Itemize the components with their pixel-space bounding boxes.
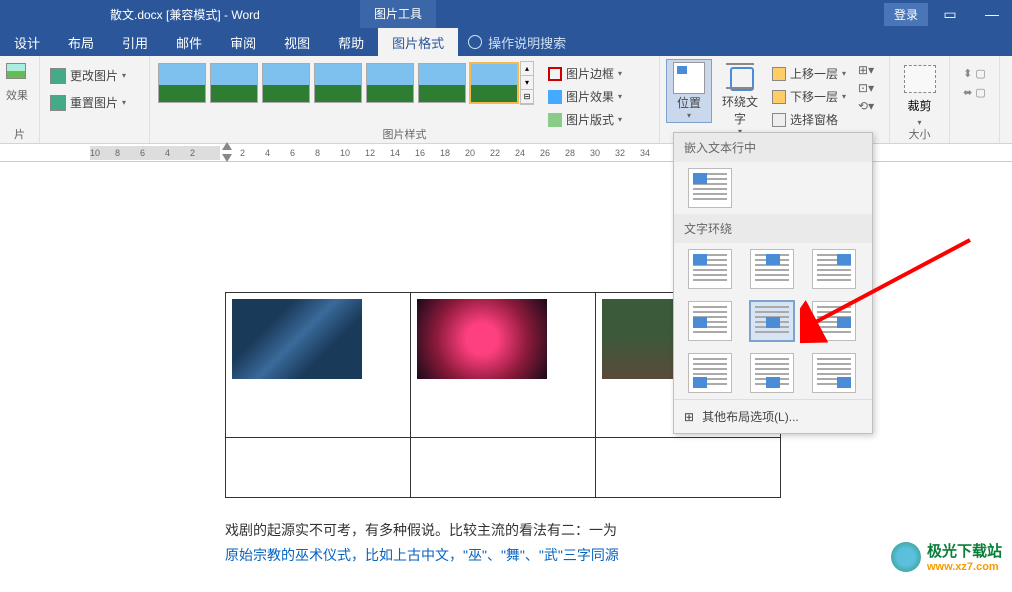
- position-top-center-option[interactable]: [750, 249, 794, 289]
- position-button[interactable]: 位置 ▾: [666, 59, 712, 123]
- picture-styles-gallery[interactable]: ▴ ▾ ⊟: [156, 59, 534, 107]
- position-top-left-option[interactable]: [688, 249, 732, 289]
- align-icon[interactable]: ⊞▾: [858, 63, 874, 77]
- chevron-down-icon: ▾: [122, 98, 126, 107]
- more-layout-options-button[interactable]: ⊞ 其他布局选项(L)...: [674, 399, 872, 433]
- tab-mailings[interactable]: 邮件: [162, 28, 216, 56]
- effects-icon[interactable]: [6, 63, 26, 79]
- style-thumb[interactable]: [314, 63, 362, 103]
- position-icon: [673, 62, 705, 94]
- more-icon[interactable]: ⊟: [521, 90, 533, 104]
- position-bottom-left-option[interactable]: [688, 353, 732, 393]
- ribbon-display-icon[interactable]: ▭: [930, 0, 970, 28]
- position-dropdown: 嵌入文本行中 文字环绕 ⊞ 其他布局选项(L)...: [673, 132, 873, 434]
- change-picture-icon: [50, 68, 66, 84]
- tell-me-label: 操作说明搜索: [488, 33, 566, 52]
- style-thumb[interactable]: [366, 63, 414, 103]
- position-middle-center-option[interactable]: [750, 301, 794, 341]
- style-thumb[interactable]: [210, 63, 258, 103]
- contextual-tab-label: 图片工具: [360, 0, 436, 28]
- embedded-image[interactable]: [417, 299, 547, 379]
- effects-icon: [548, 90, 562, 104]
- tab-view[interactable]: 视图: [270, 28, 324, 56]
- style-thumb[interactable]: [158, 63, 206, 103]
- width-spinner[interactable]: ⬌ ▢: [963, 86, 986, 99]
- reset-picture-icon: [50, 95, 66, 111]
- position-bottom-right-option[interactable]: [812, 353, 856, 393]
- ribbon: 效果 片 更改图片 ▾ 重置图片 ▾: [0, 56, 1012, 144]
- picture-effects-button[interactable]: 图片效果▾: [544, 86, 626, 107]
- chevron-up-icon[interactable]: ▴: [521, 62, 533, 76]
- group-icon[interactable]: ⊡▾: [858, 81, 874, 95]
- size-group-label: 大小: [890, 126, 949, 142]
- position-middle-right-option[interactable]: [812, 301, 856, 341]
- watermark-logo-icon: [891, 542, 921, 572]
- wrap-text-button[interactable]: 环绕文 字 ▾: [716, 59, 764, 138]
- style-thumb[interactable]: [262, 63, 310, 103]
- style-thumb[interactable]: [418, 63, 466, 103]
- dropdown-section-header: 文字环绕: [674, 214, 872, 243]
- reset-picture-button[interactable]: 重置图片 ▾: [46, 92, 130, 113]
- title-bar: 散文.docx [兼容模式] - Word 图片工具 登录 ▭ —: [0, 0, 1012, 28]
- bring-forward-button[interactable]: 上移一层▾: [768, 63, 850, 84]
- selection-pane-button[interactable]: 选择窗格: [768, 109, 850, 130]
- wrap-text-icon: [724, 61, 756, 93]
- effects-label: 效果: [6, 87, 28, 103]
- chevron-down-icon: ▾: [122, 71, 126, 80]
- tab-layout[interactable]: 布局: [54, 28, 108, 56]
- login-button[interactable]: 登录: [884, 3, 928, 26]
- send-backward-icon: [772, 90, 786, 104]
- height-spinner[interactable]: ⬍ ▢: [963, 67, 986, 80]
- position-top-right-option[interactable]: [812, 249, 856, 289]
- gallery-scroll[interactable]: ▴ ▾ ⊟: [520, 61, 534, 105]
- table-cell[interactable]: [596, 438, 781, 498]
- table-cell[interactable]: [411, 438, 596, 498]
- watermark: 极光下载站 www.xz7.com: [891, 540, 1002, 573]
- body-paragraph[interactable]: 戏剧的起源实不可考，有多种假说。比较主流的看法有二：一为 原始宗教的巫术仪式，比…: [225, 518, 785, 568]
- tab-references[interactable]: 引用: [108, 28, 162, 56]
- tab-picture-format[interactable]: 图片格式: [378, 28, 458, 56]
- layout-options-icon: ⊞: [684, 410, 694, 424]
- layout-icon: [548, 113, 562, 127]
- ribbon-tabs: 设计 布局 引用 邮件 审阅 视图 帮助 图片格式 操作说明搜索: [0, 28, 1012, 56]
- styles-group-label: 图片样式: [150, 126, 659, 142]
- tab-help[interactable]: 帮助: [324, 28, 378, 56]
- send-backward-button[interactable]: 下移一层▾: [768, 86, 850, 107]
- bulb-icon: [468, 35, 482, 49]
- crop-icon: [904, 65, 936, 93]
- embedded-image[interactable]: [232, 299, 362, 379]
- bring-forward-icon: [772, 67, 786, 81]
- change-picture-button[interactable]: 更改图片 ▾: [46, 65, 130, 86]
- chevron-down-icon[interactable]: ▾: [521, 76, 533, 90]
- dropdown-section-header: 嵌入文本行中: [674, 133, 872, 162]
- position-bottom-center-option[interactable]: [750, 353, 794, 393]
- table-cell[interactable]: [226, 438, 411, 498]
- tell-me-search[interactable]: 操作说明搜索: [468, 28, 566, 56]
- rotate-icon[interactable]: ⟲▾: [858, 99, 874, 113]
- position-inline-option[interactable]: [688, 168, 732, 208]
- adjust-group-label: 片: [0, 126, 39, 142]
- picture-border-button[interactable]: 图片边框▾: [544, 63, 626, 84]
- style-thumb-selected[interactable]: [470, 63, 518, 103]
- crop-button[interactable]: 裁剪: [907, 97, 931, 114]
- tab-design[interactable]: 设计: [0, 28, 54, 56]
- border-icon: [548, 67, 562, 81]
- selection-pane-icon: [772, 113, 786, 127]
- tab-review[interactable]: 审阅: [216, 28, 270, 56]
- position-middle-left-option[interactable]: [688, 301, 732, 341]
- table-cell[interactable]: [226, 293, 411, 438]
- table-cell[interactable]: [411, 293, 596, 438]
- minimize-icon[interactable]: —: [972, 0, 1012, 28]
- document-title: 散文.docx [兼容模式] - Word: [110, 6, 260, 23]
